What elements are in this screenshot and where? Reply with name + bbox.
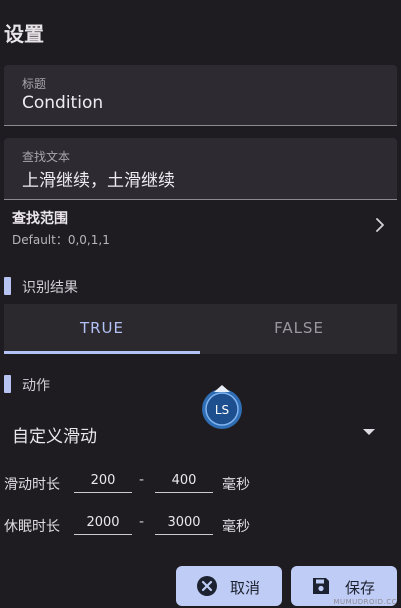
sleep-duration-row: 休眠时长 - 毫秒	[4, 510, 397, 540]
watermark: MUMUDROID.CC	[333, 598, 397, 606]
floating-assistant-badge[interactable]: LS	[200, 384, 244, 430]
range-dash: -	[139, 514, 145, 530]
action-label: 动作	[22, 378, 50, 394]
range-dash: -	[139, 472, 145, 488]
tab-false[interactable]: FALSE	[201, 304, 397, 354]
find-text-field-label: 查找文本	[22, 150, 71, 164]
swipe-duration-row: 滑动时长 - 毫秒	[4, 468, 397, 498]
close-circle-icon	[197, 576, 217, 596]
title-field-value[interactable]: Condition	[22, 93, 103, 113]
find-range-title: 查找范围	[12, 211, 68, 227]
swipe-duration-min-input[interactable]	[74, 468, 132, 493]
find-range-row[interactable]: 查找范围 Default：0,0,1,1	[4, 206, 397, 252]
action-type-value: 自定义滑动	[12, 427, 97, 447]
section-marker	[4, 277, 11, 295]
cancel-button[interactable]: 取消	[176, 566, 282, 606]
page-title: 设置	[4, 22, 44, 46]
sleep-duration-max-input[interactable]	[155, 510, 213, 535]
swipe-duration-unit: 毫秒	[222, 477, 250, 493]
save-button-label: 保存	[345, 579, 376, 597]
sleep-duration-label: 休眠时长	[4, 519, 60, 535]
save-icon	[313, 578, 329, 594]
find-text-field-value[interactable]: 上滑继续，土滑继续	[22, 166, 175, 191]
title-field[interactable]: 标题 Condition	[4, 65, 397, 126]
result-tabs: TRUE FALSE	[4, 304, 397, 354]
cancel-button-label: 取消	[230, 579, 261, 597]
dropdown-arrow-icon	[363, 429, 375, 435]
sleep-duration-min-input[interactable]	[74, 510, 132, 535]
section-marker	[4, 375, 11, 393]
chevron-right-icon	[376, 218, 384, 232]
title-field-label: 标题	[22, 77, 47, 91]
swipe-duration-label: 滑动时长	[4, 477, 60, 493]
tab-indicator	[4, 351, 200, 354]
swipe-duration-max-input[interactable]	[155, 468, 213, 493]
tab-true[interactable]: TRUE	[4, 304, 200, 354]
sleep-duration-unit: 毫秒	[222, 519, 250, 535]
floating-badge-text: LS	[215, 403, 229, 417]
find-range-default: Default：0,0,1,1	[12, 233, 110, 247]
find-text-field[interactable]: 查找文本 上滑继续，土滑继续	[4, 138, 397, 200]
recognition-result-label: 识别结果	[22, 280, 78, 296]
